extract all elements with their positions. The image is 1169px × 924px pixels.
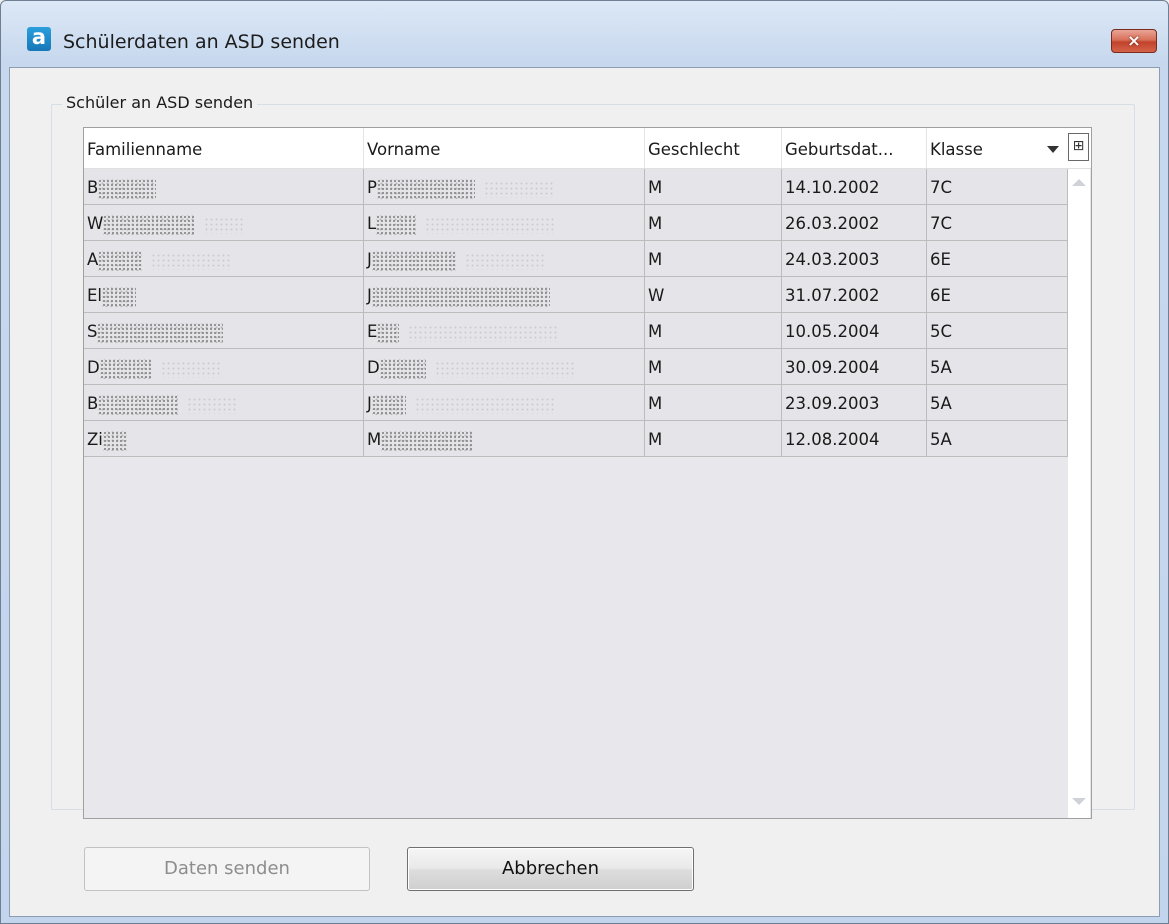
cell-familienname: B: [84, 169, 364, 205]
cell-klasse: 7C: [927, 169, 1068, 205]
close-button[interactable]: ×: [1111, 29, 1157, 53]
scroll-up-icon[interactable]: [1072, 179, 1086, 186]
cell-klasse: 5A: [927, 349, 1068, 385]
cell-vorname: M: [364, 421, 645, 457]
send-data-button[interactable]: Daten senden: [84, 847, 370, 891]
cell-geschlecht: W: [645, 277, 782, 313]
app-logo-icon: a: [27, 27, 51, 51]
cell-geschlecht: M: [645, 349, 782, 385]
cell-geschlecht: M: [645, 241, 782, 277]
cell-familienname: B: [84, 385, 364, 421]
cell-geschlecht: M: [645, 205, 782, 241]
table-row[interactable]: B J M 23.09.2003 5A: [84, 385, 1068, 421]
title-bar[interactable]: a Schülerdaten an ASD senden ×: [1, 1, 1168, 67]
cell-vorname: J: [364, 385, 645, 421]
groupbox-label: Schüler an ASD senden: [62, 93, 258, 112]
cell-geburtsdatum: 23.09.2003: [782, 385, 927, 421]
cell-geburtsdatum: 26.03.2002: [782, 205, 927, 241]
window-title: Schülerdaten an ASD senden: [63, 31, 340, 53]
column-chooser-icon[interactable]: ⊞: [1068, 133, 1089, 161]
column-header-geschlecht[interactable]: Geschlecht: [645, 128, 782, 168]
student-grid[interactable]: Familienname Vorname Geschlecht Geburtsd…: [83, 127, 1092, 819]
cell-vorname: D: [364, 349, 645, 385]
scroll-down-icon[interactable]: [1072, 798, 1086, 805]
cell-vorname: J: [364, 241, 645, 277]
table-row[interactable]: A J M 24.03.2003 6E: [84, 241, 1068, 277]
dialog-content: Schüler an ASD senden Familienname Vorna…: [9, 67, 1160, 917]
cell-vorname: L: [364, 205, 645, 241]
cell-klasse: 6E: [927, 277, 1068, 313]
student-groupbox: Schüler an ASD senden Familienname Vorna…: [51, 93, 1135, 819]
cell-klasse: 5C: [927, 313, 1068, 349]
cell-geburtsdatum: 31.07.2002: [782, 277, 927, 313]
cell-familienname: Zi: [84, 421, 364, 457]
table-row[interactable]: El J W 31.07.2002 6E: [84, 277, 1068, 313]
dialog-window: a Schülerdaten an ASD senden × Schüler a…: [0, 0, 1169, 924]
grid-header: Familienname Vorname Geschlecht Geburtsd…: [84, 128, 1091, 169]
cell-vorname: P: [364, 169, 645, 205]
table-row[interactable]: B P M 14.10.2002 7C: [84, 169, 1068, 205]
cell-klasse: 7C: [927, 205, 1068, 241]
column-header-vorname[interactable]: Vorname: [364, 128, 645, 168]
vertical-scrollbar[interactable]: [1068, 169, 1090, 818]
cell-familienname: W: [84, 205, 364, 241]
cell-geburtsdatum: 24.03.2003: [782, 241, 927, 277]
cancel-button[interactable]: Abbrechen: [407, 847, 694, 891]
column-header-familienname[interactable]: Familienname: [84, 128, 364, 168]
cell-geschlecht: M: [645, 313, 782, 349]
cell-geschlecht: M: [645, 421, 782, 457]
cell-klasse: 5A: [927, 421, 1068, 457]
cell-klasse: 6E: [927, 241, 1068, 277]
cell-geschlecht: M: [645, 385, 782, 421]
cell-geschlecht: M: [645, 169, 782, 205]
cell-geburtsdatum: 10.05.2004: [782, 313, 927, 349]
table-row[interactable]: S E M 10.05.2004 5C: [84, 313, 1068, 349]
cell-klasse: 5A: [927, 385, 1068, 421]
cell-familienname: D: [84, 349, 364, 385]
table-row[interactable]: Zi M M 12.08.2004 5A: [84, 421, 1068, 457]
cell-familienname: S: [84, 313, 364, 349]
cell-geburtsdatum: 30.09.2004: [782, 349, 927, 385]
cell-geburtsdatum: 14.10.2002: [782, 169, 927, 205]
cell-familienname: El: [84, 277, 364, 313]
cell-geburtsdatum: 12.08.2004: [782, 421, 927, 457]
column-header-geburtsdatum[interactable]: Geburtsdat...: [782, 128, 927, 168]
table-row[interactable]: D D M 30.09.2004 5A: [84, 349, 1068, 385]
dropdown-arrow-icon[interactable]: [1047, 146, 1059, 153]
cell-vorname: E: [364, 313, 645, 349]
cell-familienname: A: [84, 241, 364, 277]
cell-vorname: J: [364, 277, 645, 313]
table-row[interactable]: W L M 26.03.2002 7C: [84, 205, 1068, 241]
